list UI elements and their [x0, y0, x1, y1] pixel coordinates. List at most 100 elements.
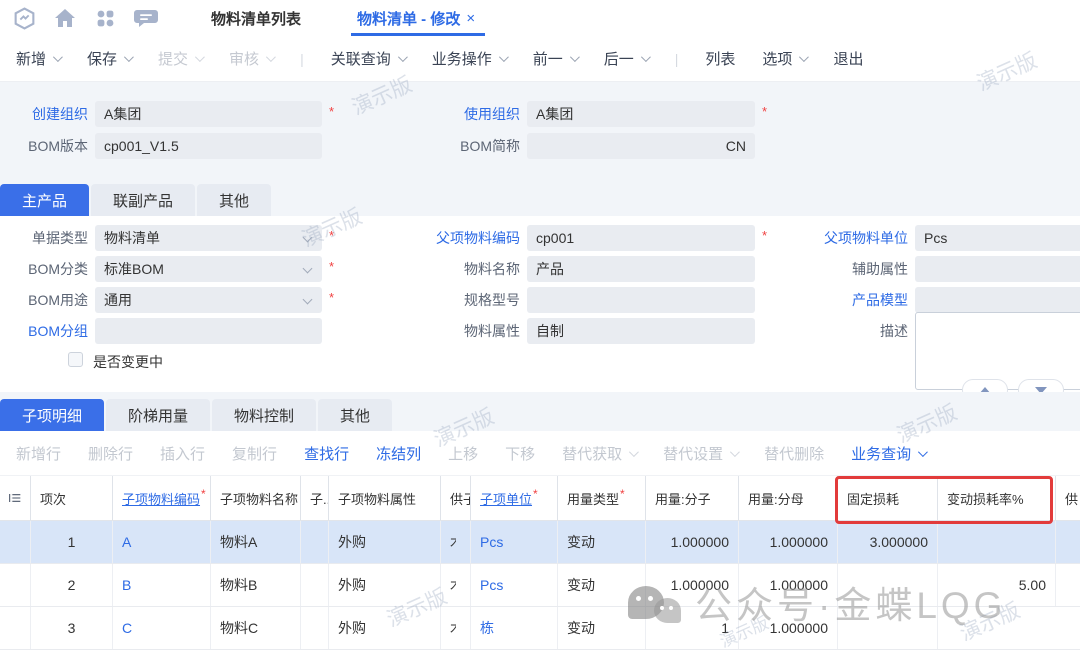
col-header-seq[interactable]: 项次 — [30, 476, 112, 520]
mat-attr-field[interactable]: 自制 — [527, 318, 755, 344]
create-org-label[interactable]: 创建组织 — [0, 101, 88, 127]
bom-group-label[interactable]: BOM分组 — [0, 318, 88, 344]
apps-grid-icon[interactable] — [93, 6, 117, 30]
doc-type-select[interactable]: 物料清单 — [95, 225, 322, 251]
tab-child-detail[interactable]: 子项明细 — [0, 399, 104, 431]
cell-denominator[interactable]: 1.000000 — [738, 521, 837, 563]
business-op-button[interactable]: 业务操作 — [432, 48, 506, 69]
aux-attr-field[interactable] — [915, 256, 1080, 282]
cell-supply[interactable]: 木 — [440, 521, 470, 563]
cell-usage-type[interactable]: 变动 — [557, 521, 645, 563]
col-header-child-code[interactable]: 子项物料编码* — [112, 476, 210, 520]
tab-detail-other[interactable]: 其他 — [318, 399, 392, 431]
row-selector-icon[interactable] — [0, 476, 30, 520]
cell-supply[interactable]: 木 — [440, 607, 470, 649]
col-header-usage-type[interactable]: 用量类型* — [557, 476, 645, 520]
prod-model-field[interactable] — [915, 287, 1080, 313]
add-row-button[interactable]: 新增行 — [16, 443, 61, 464]
table-row[interactable]: 3 C 物料C 外购 木 栋 变动 1 1.000000 — [0, 607, 1080, 650]
cell-child-attr[interactable]: 外购 — [328, 607, 440, 649]
cell-numerator[interactable]: 1.000000 — [645, 564, 738, 606]
copy-row-button[interactable]: 复制行 — [232, 443, 277, 464]
cell-child-attr[interactable]: 外购 — [328, 564, 440, 606]
mat-name-field[interactable]: 产品 — [527, 256, 755, 282]
list-button[interactable]: 列表 — [705, 48, 735, 69]
col-header-variable-loss-rate[interactable]: 变动损耗率% — [937, 476, 1055, 520]
submit-button[interactable]: 提交 — [158, 48, 202, 69]
tab-step-usage[interactable]: 阶梯用量 — [106, 399, 210, 431]
cell-numerator[interactable]: 1.000000 — [645, 521, 738, 563]
table-row[interactable]: 2 B 物料B 外购 木 Pcs 变动 1.000000 1.000000 5.… — [0, 564, 1080, 607]
cell-variable-loss-rate[interactable] — [937, 521, 1055, 563]
substitute-get-button[interactable]: 替代获取 — [562, 443, 636, 464]
bom-short-field[interactable]: CN — [527, 133, 755, 159]
substitute-delete-button[interactable]: 替代删除 — [764, 443, 824, 464]
bom-class-select[interactable]: 标准BOM — [95, 256, 322, 282]
sync-logo-icon[interactable] — [12, 6, 37, 31]
cell-child-attr[interactable]: 外购 — [328, 521, 440, 563]
cell-usage-type[interactable]: 变动 — [557, 564, 645, 606]
options-button[interactable]: 选项 — [762, 48, 806, 69]
tab-product-other[interactable]: 其他 — [197, 184, 271, 216]
spec-model-field[interactable] — [527, 287, 755, 313]
col-header-truncated-1[interactable]: 子.. — [300, 476, 328, 520]
create-org-field[interactable]: A集团 — [95, 101, 322, 127]
related-query-button[interactable]: 关联查询 — [331, 48, 405, 69]
bom-version-field[interactable]: cp001_V1.5 — [95, 133, 322, 159]
cell-variable-loss-rate[interactable]: 5.00 — [937, 564, 1055, 606]
tab-main-product[interactable]: 主产品 — [0, 184, 89, 216]
col-header-fixed-loss[interactable]: 固定损耗 — [837, 476, 937, 520]
bom-usage-select[interactable]: 通用 — [95, 287, 322, 313]
use-org-field[interactable]: A集团 — [527, 101, 755, 127]
collapse-up-button[interactable] — [962, 379, 1008, 392]
move-down-button[interactable]: 下移 — [505, 443, 535, 464]
table-row[interactable]: 1 A 物料A 外购 木 Pcs 变动 1.000000 1.000000 3.… — [0, 521, 1080, 564]
substitute-set-button[interactable]: 替代设置 — [663, 443, 737, 464]
bom-group-field[interactable] — [95, 318, 322, 344]
cell-fixed-loss[interactable] — [837, 607, 937, 649]
col-header-child-name[interactable]: 子项物料名称 — [210, 476, 300, 520]
cell-child-name[interactable]: 物料C — [210, 607, 300, 649]
tab-co-products[interactable]: 联副产品 — [91, 184, 195, 216]
tab-close-icon[interactable]: × — [466, 10, 475, 27]
cell-denominator[interactable]: 1.000000 — [738, 607, 837, 649]
audit-button[interactable]: 审核 — [229, 48, 273, 69]
parent-unit-label[interactable]: 父项物料单位 — [798, 225, 908, 251]
cell-usage-type[interactable]: 变动 — [557, 607, 645, 649]
exit-button[interactable]: 退出 — [833, 48, 863, 69]
col-header-child-unit[interactable]: 子项单位* — [470, 476, 557, 520]
cell-child-name[interactable]: 物料B — [210, 564, 300, 606]
col-header-child-attr[interactable]: 子项物料属性 — [328, 476, 440, 520]
parent-code-field[interactable]: cp001 — [527, 225, 755, 251]
parent-unit-field[interactable]: Pcs — [915, 225, 1080, 251]
tab-material-control[interactable]: 物料控制 — [212, 399, 316, 431]
collapse-down-button[interactable] — [1018, 379, 1064, 392]
cell-fixed-loss[interactable]: 3.000000 — [837, 521, 937, 563]
business-query-button[interactable]: 业务查询 — [851, 443, 925, 464]
insert-row-button[interactable]: 插入行 — [160, 443, 205, 464]
col-header-supply[interactable]: 供子* — [440, 476, 470, 520]
parent-code-label[interactable]: 父项物料编码 — [410, 225, 520, 251]
save-button[interactable]: 保存 — [87, 48, 131, 69]
is-changing-checkbox[interactable] — [68, 352, 83, 367]
cell-denominator[interactable]: 1.000000 — [738, 564, 837, 606]
new-button[interactable]: 新增 — [16, 48, 60, 69]
prod-model-label[interactable]: 产品模型 — [798, 287, 908, 313]
home-icon[interactable] — [53, 6, 77, 30]
next-button[interactable]: 后一 — [604, 48, 648, 69]
delete-row-button[interactable]: 删除行 — [88, 443, 133, 464]
cell-numerator[interactable]: 1 — [645, 607, 738, 649]
cell-fixed-loss[interactable] — [837, 564, 937, 606]
message-icon[interactable] — [133, 6, 159, 30]
freeze-column-button[interactable]: 冻结列 — [376, 443, 421, 464]
use-org-label[interactable]: 使用组织 — [430, 101, 520, 127]
find-row-button[interactable]: 查找行 — [304, 443, 349, 464]
tab-bom-edit[interactable]: 物料清单 - 修改 × — [357, 0, 475, 36]
previous-button[interactable]: 前一 — [533, 48, 577, 69]
col-header-truncated-2[interactable]: 供 — [1055, 476, 1080, 520]
col-header-numerator[interactable]: 用量:分子 — [645, 476, 738, 520]
col-header-denominator[interactable]: 用量:分母 — [738, 476, 837, 520]
cell-child-name[interactable]: 物料A — [210, 521, 300, 563]
cell-supply[interactable]: 木 — [440, 564, 470, 606]
tab-bom-list[interactable]: 物料清单列表 — [211, 8, 301, 29]
